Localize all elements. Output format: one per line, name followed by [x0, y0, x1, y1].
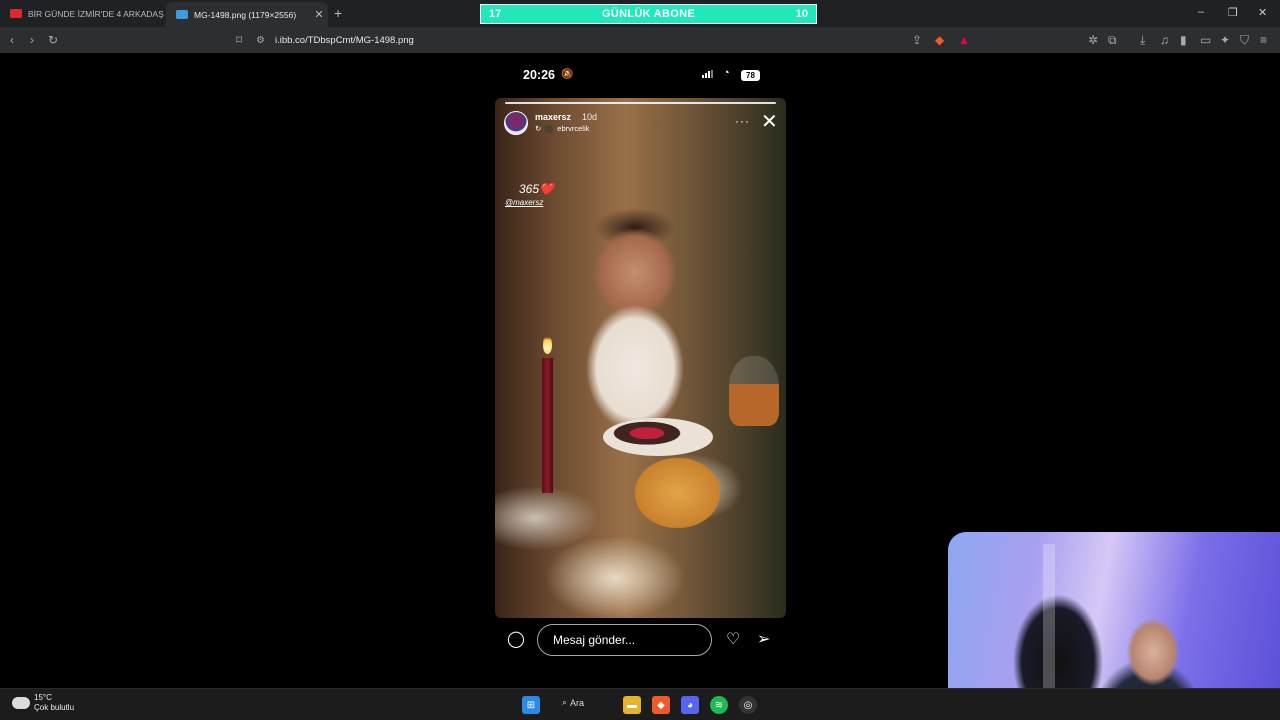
- battery-level: 78: [741, 70, 760, 81]
- candle-graphic: [542, 358, 553, 493]
- youtube-icon: [10, 9, 22, 18]
- search-icon: ⌕: [562, 697, 568, 707]
- tab-bar: BİR GÜNDE İZMİR'DE 4 ARKADAŞ NE MG-1498.…: [0, 0, 1280, 27]
- vpn-icon[interactable]: ⛉: [1240, 33, 1249, 47]
- address-bar[interactable]: ⚙ i.ibb.co/TDbspCmt/MG-1498.png: [256, 31, 976, 49]
- reshare-icon: ↻: [535, 124, 542, 133]
- send-icon[interactable]: ➢: [757, 631, 770, 649]
- discord-icon[interactable]: ◕: [681, 696, 699, 714]
- signal-icon: [702, 70, 713, 78]
- dessert-graphic: [635, 458, 720, 528]
- minimize-button[interactable]: –: [1198, 6, 1204, 18]
- weather-widget[interactable]: 15°C Çok bulutlu: [12, 693, 74, 713]
- brave-icon[interactable]: ◆: [652, 696, 670, 714]
- close-tab-icon[interactable]: ✕: [310, 8, 328, 21]
- more-options-icon[interactable]: ···: [735, 114, 750, 128]
- maximize-button[interactable]: ❐: [1228, 6, 1238, 19]
- reload-icon[interactable]: ↻: [48, 33, 58, 47]
- taskbar-search[interactable]: ⌕ Ara: [562, 697, 584, 708]
- menu-icon[interactable]: ≡: [1260, 33, 1267, 47]
- download-icon[interactable]: ⤓: [1140, 33, 1145, 47]
- mute-icon: 🔕: [561, 69, 574, 80]
- story-username[interactable]: maxersz: [535, 112, 571, 122]
- source-username: ebrvrcelik: [557, 124, 590, 133]
- leo-icon[interactable]: ✦: [1220, 33, 1230, 47]
- avatar[interactable]: [504, 111, 528, 135]
- tab-image[interactable]: MG-1498.png (1179×2556) ✕: [166, 2, 328, 27]
- salad-plate-graphic: [603, 418, 713, 456]
- start-icon[interactable]: ⊞: [522, 696, 540, 714]
- message-input[interactable]: Mesaj gönder...: [537, 624, 712, 656]
- goal-current: 17: [489, 8, 502, 20]
- obs-icon[interactable]: ◎: [739, 696, 757, 714]
- file-explorer-icon[interactable]: ▬: [623, 696, 641, 714]
- search-label: Ara: [570, 697, 585, 708]
- tab-title: BİR GÜNDE İZMİR'DE 4 ARKADAŞ NE: [28, 8, 164, 19]
- site-info-icon[interactable]: ⚙: [256, 35, 265, 46]
- tab-title: MG-1498.png (1179×2556): [194, 9, 297, 20]
- temperature: 15°C: [34, 693, 52, 702]
- spotify-icon[interactable]: ≋: [710, 696, 728, 714]
- close-window-button[interactable]: ✕: [1258, 6, 1267, 19]
- cloud-icon: [12, 697, 30, 709]
- wallet-icon[interactable]: ▭: [1200, 33, 1211, 47]
- back-icon[interactable]: ‹: [10, 33, 14, 47]
- bookmark-icon[interactable]: ⌑: [236, 33, 242, 47]
- forward-icon[interactable]: ›: [30, 33, 34, 47]
- story-progress-bar: [505, 102, 776, 104]
- close-story-icon[interactable]: ✕: [761, 112, 778, 132]
- share-icon[interactable]: ⇪: [912, 33, 922, 47]
- goal-label: GÜNLÜK ABONE: [601, 8, 696, 20]
- screenshot-icon[interactable]: ⧉: [1108, 33, 1117, 47]
- story-mention[interactable]: @maxersz: [505, 198, 543, 207]
- source-avatar: [545, 124, 554, 133]
- goal-target: 10: [795, 8, 808, 20]
- brave-shield-icon[interactable]: ◆: [935, 33, 944, 47]
- like-icon[interactable]: ♡: [726, 631, 740, 649]
- camera-icon[interactable]: ◯: [507, 631, 525, 649]
- imgbb-icon: [176, 10, 188, 19]
- reshare-source[interactable]: ↻ ebrvrcelik: [535, 124, 589, 133]
- sidebar-icon[interactable]: ▮: [1180, 33, 1187, 47]
- media-icon[interactable]: ♫: [1160, 33, 1169, 47]
- weather-desc: Çok bulutlu: [34, 703, 75, 712]
- wifi-icon: ◔: [723, 67, 730, 79]
- wine-glass-graphic: [729, 356, 779, 426]
- tab-youtube[interactable]: BİR GÜNDE İZMİR'DE 4 ARKADAŞ NE: [0, 0, 164, 27]
- story-age: 10d: [582, 112, 598, 122]
- extensions-icon[interactable]: ✲: [1088, 33, 1098, 47]
- instagram-story: maxersz 10d ↻ ebrvrcelik ··· ✕ 365❤️ @ma…: [495, 98, 786, 618]
- flame-graphic: [543, 334, 552, 354]
- phone-time: 20:26: [523, 68, 555, 82]
- rewards-icon[interactable]: ▲: [958, 33, 970, 47]
- new-tab-button[interactable]: +: [334, 5, 342, 21]
- url-text: i.ibb.co/TDbspCmt/MG-1498.png: [274, 34, 414, 46]
- story-sticker-text: 365❤️: [519, 182, 554, 196]
- phone-status-bar: 20:26 🔕 ◔ 78: [495, 66, 785, 86]
- windows-taskbar: 15°C Çok bulutlu ⊞ ⌕ Ara ▬ ◆ ◕ ≋ ◎: [0, 688, 1280, 720]
- subscriber-goal-bar: 17 GÜNLÜK ABONE 10: [480, 4, 817, 24]
- story-reply-bar: ◯ Mesaj gönder... ♡ ➢: [495, 622, 785, 658]
- browser-toolbar: ‹ › ↻ ⌑ ⚙ i.ibb.co/TDbspCmt/MG-1498.png …: [0, 27, 1280, 53]
